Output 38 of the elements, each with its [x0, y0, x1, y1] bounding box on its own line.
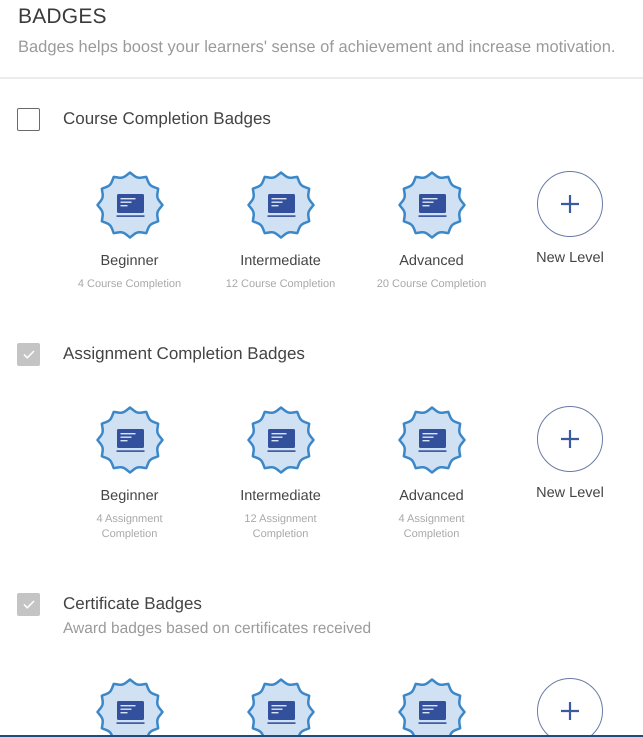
section-description: Award badges based on certificates received: [63, 620, 372, 638]
level-name: Advanced: [399, 487, 464, 505]
level-name: Intermediate: [240, 487, 321, 505]
add-level-button[interactable]: [537, 678, 603, 737]
section-title: Assignment Completion Badges: [63, 343, 305, 365]
page-subtitle: Badges helps boost your learners' sense of achievement and increase motivation.: [18, 37, 616, 57]
level-name: Advanced: [399, 252, 464, 270]
laptop-badge-icon: [246, 678, 314, 737]
checkbox[interactable]: [17, 342, 40, 366]
laptop-badge-icon: [398, 171, 466, 239]
laptop-badge-icon: [96, 406, 164, 474]
level-requirement: 20 Course Completion: [376, 277, 486, 292]
check-icon: [22, 350, 34, 358]
level-requirement: 4 Assignment Completion: [95, 512, 164, 542]
checkbox[interactable]: [17, 592, 40, 616]
level-name: Intermediate: [240, 252, 321, 270]
level-name: Beginner: [100, 252, 159, 270]
level-name: Beginner: [100, 487, 159, 505]
level-requirement: 12 Course Completion: [226, 277, 336, 292]
new-level-label[interactable]: New Level: [536, 484, 604, 502]
checkbox[interactable]: [17, 108, 40, 130]
plus-icon: [561, 195, 579, 213]
laptop-badge-icon: [398, 406, 466, 474]
section-title: Certificate Badges: [63, 593, 202, 615]
level-requirement: 12 Assignment Completion: [243, 512, 318, 542]
level-requirement: 4 Assignment Completion: [397, 512, 466, 542]
section-title: Course Completion Badges: [63, 108, 271, 130]
laptop-badge-icon: [246, 171, 314, 239]
page-title: BADGES: [18, 4, 108, 30]
laptop-badge-icon: [96, 171, 164, 239]
laptop-badge-icon: [398, 678, 466, 737]
plus-icon: [561, 702, 579, 720]
new-level-label[interactable]: New Level: [536, 249, 604, 267]
laptop-badge-icon: [246, 406, 314, 474]
plus-icon: [561, 430, 579, 448]
laptop-badge-icon: [96, 678, 164, 737]
check-icon: [22, 600, 34, 608]
level-requirement: 4 Course Completion: [78, 277, 182, 292]
